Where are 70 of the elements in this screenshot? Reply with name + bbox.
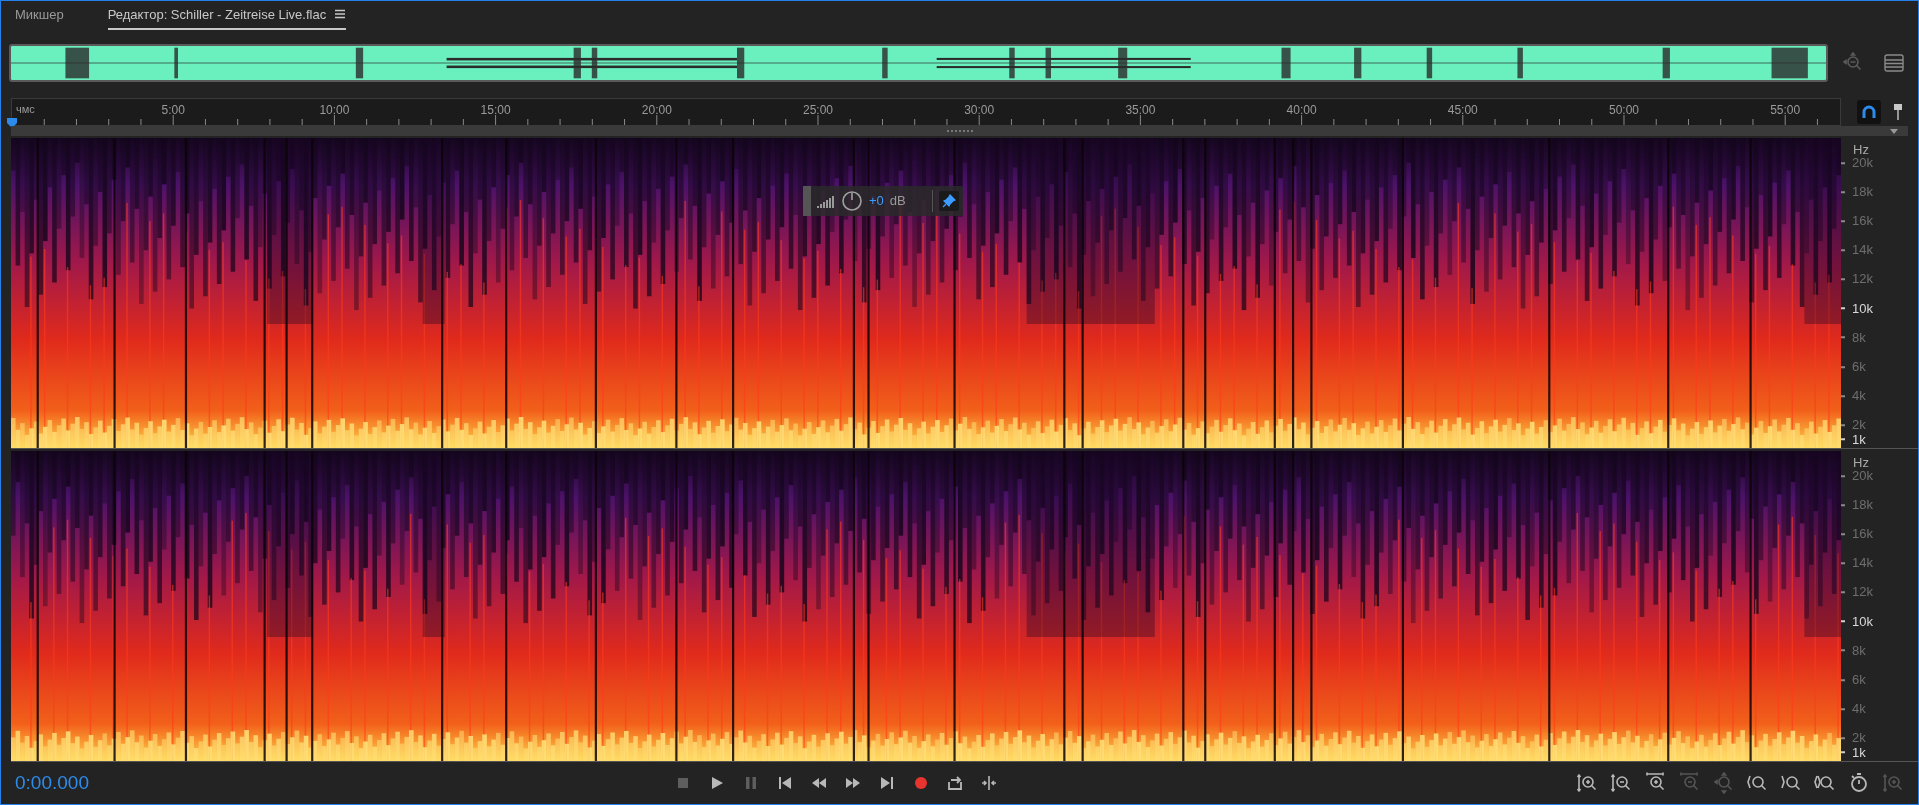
zoom-in-vertical-button[interactable] xyxy=(1576,772,1598,794)
ruler-time-label: 50:00 xyxy=(1608,102,1639,119)
frequency-label: 8k xyxy=(1852,641,1866,660)
waveform-overview-drawing[interactable] xyxy=(9,44,1828,82)
frequency-label: 6k xyxy=(1852,358,1866,376)
frequency-label: 4k xyxy=(1852,700,1866,719)
magnet-icon xyxy=(1860,104,1877,120)
ruler-time-label: 35:00 xyxy=(1125,102,1156,119)
marker-pin-icon[interactable] xyxy=(1892,103,1903,121)
playhead-marker-icon[interactable] xyxy=(6,117,18,129)
list-icon[interactable] xyxy=(1884,54,1904,72)
panel-tab[interactable]: Микшер xyxy=(15,4,64,30)
grip-icon xyxy=(944,129,975,133)
signal-bars-icon xyxy=(817,194,835,208)
frequency-label: 12k xyxy=(1852,270,1873,289)
ruler-time-label: 45:00 xyxy=(1447,102,1478,119)
gain-knob-icon[interactable] xyxy=(841,190,863,212)
pin-button[interactable] xyxy=(938,191,959,211)
menu-icon[interactable] xyxy=(334,9,347,20)
frequency-label: 10k xyxy=(1852,612,1873,631)
ruler-unit-label: чмс xyxy=(16,102,35,117)
stop-icon xyxy=(675,775,691,791)
dropdown-caret-icon[interactable] xyxy=(1890,128,1898,134)
skip-selection-icon xyxy=(981,775,997,791)
fast-forward-icon xyxy=(845,775,861,791)
pin-icon xyxy=(941,194,956,208)
ruler-time-label: 55:00 xyxy=(1770,102,1801,119)
skip-selection-button[interactable] xyxy=(981,775,997,791)
ruler-time-label: 5:00 xyxy=(161,102,185,119)
play-button[interactable] xyxy=(709,775,725,791)
frequency-label: 6k xyxy=(1852,671,1866,689)
skip-to-start-button[interactable] xyxy=(777,775,793,791)
frequency-label: 10k xyxy=(1852,299,1873,318)
play-icon xyxy=(709,775,725,791)
frequency-label: 16k xyxy=(1852,212,1873,231)
snap-toggle[interactable] xyxy=(1856,100,1881,124)
ruler-time-label: 30:00 xyxy=(964,102,995,119)
frequency-label: 4k xyxy=(1852,387,1866,406)
zoom-scrollbar[interactable] xyxy=(11,126,1908,136)
frequency-label: 18k xyxy=(1852,183,1873,202)
gain-value[interactable]: +0 xyxy=(869,191,884,211)
record-icon xyxy=(913,775,929,791)
gain-hud[interactable]: +0 dB xyxy=(803,186,963,216)
pause-icon xyxy=(743,775,759,791)
frequency-label: 8k xyxy=(1852,328,1866,347)
loop-button[interactable] xyxy=(947,775,963,791)
skip-to-end-icon xyxy=(879,775,895,791)
ruler-time-label: 40:00 xyxy=(1286,102,1317,119)
ruler-time-label: 25:00 xyxy=(802,102,833,119)
current-time: 0:00.000 xyxy=(15,770,90,795)
ruler-time-label: 10:00 xyxy=(319,102,350,119)
ruler-time-label: 20:00 xyxy=(641,102,672,119)
frequency-label: 12k xyxy=(1852,583,1873,602)
ruler-time-label: 15:00 xyxy=(480,102,511,119)
rewind-button[interactable] xyxy=(811,775,827,791)
rewind-icon xyxy=(811,775,827,791)
skip-to-end-button[interactable] xyxy=(879,775,895,791)
drag-handle-icon[interactable] xyxy=(803,186,811,216)
stopwatch-button[interactable] xyxy=(1848,772,1870,794)
zoom-out-vertical-button[interactable] xyxy=(1610,772,1632,794)
record-button[interactable] xyxy=(913,775,929,791)
frequency-label: 14k xyxy=(1852,241,1873,260)
frequency-label: 16k xyxy=(1852,525,1873,544)
skip-to-start-icon xyxy=(777,775,793,791)
loop-icon xyxy=(947,775,963,791)
panel-tab[interactable]: Редактор: Schiller - Zeitreise Live.flac xyxy=(107,4,347,30)
fast-forward-button[interactable] xyxy=(845,775,861,791)
frequency-label: 14k xyxy=(1852,554,1873,573)
gain-unit-label: dB xyxy=(889,192,906,211)
frequency-label: 18k xyxy=(1852,496,1873,515)
